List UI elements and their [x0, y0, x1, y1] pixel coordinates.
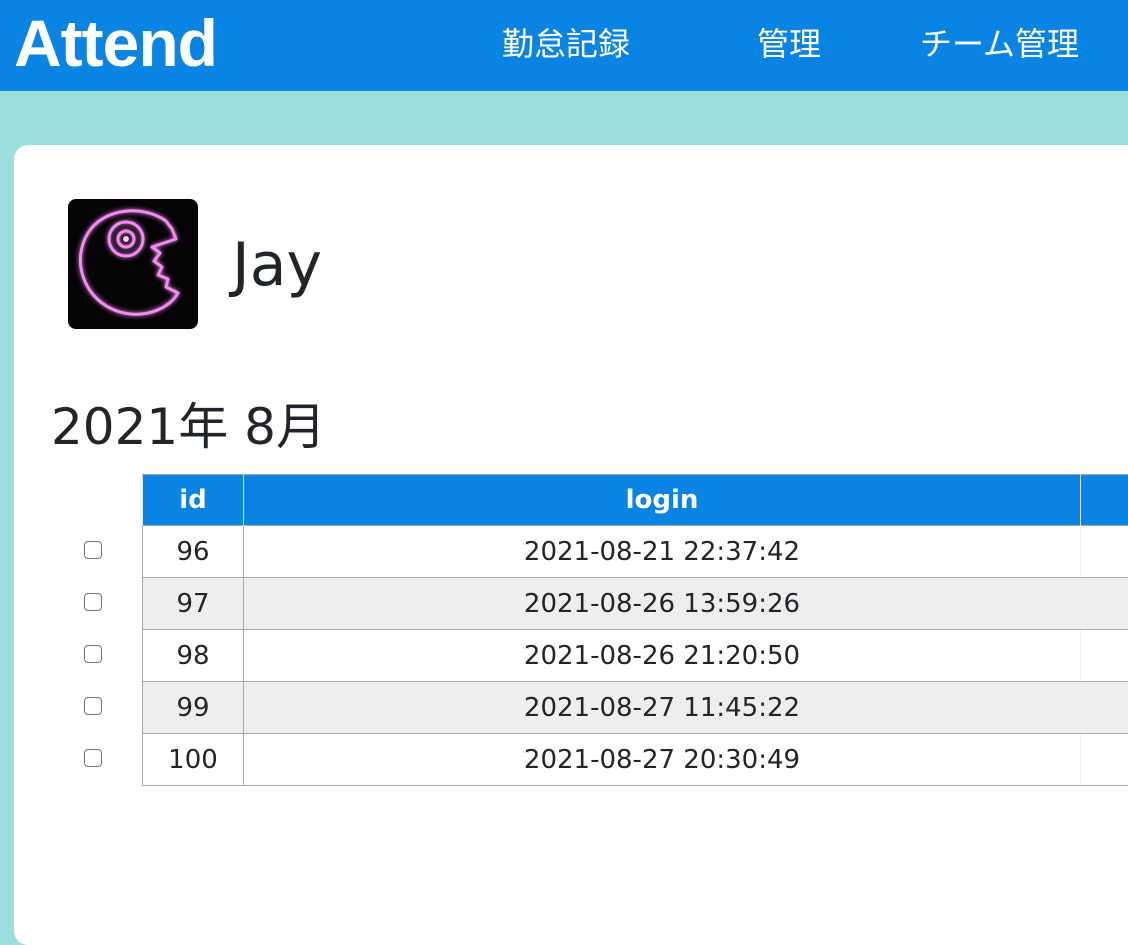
cell-extra [1081, 578, 1128, 630]
cell-id: 97 [143, 578, 244, 630]
column-header-login[interactable]: login [244, 475, 1081, 526]
row-checkbox[interactable] [84, 593, 102, 611]
table-row: 97 2021-08-26 13:59:26 [143, 578, 1128, 630]
nav-link-admin[interactable]: 管理 [757, 22, 821, 66]
cell-extra [1081, 682, 1128, 734]
row-checkbox[interactable] [84, 749, 102, 767]
cell-login: 2021-08-21 22:37:42 [244, 526, 1081, 578]
column-header-extra [1081, 475, 1128, 526]
cell-id: 98 [143, 630, 244, 682]
row-checkbox[interactable] [84, 645, 102, 663]
cell-id: 100 [143, 734, 244, 786]
cell-extra [1081, 526, 1128, 578]
table-header-row: id login [143, 475, 1128, 526]
main-card: Jay 2021年 8月 id login 96 2021-08-21 22:3… [14, 145, 1128, 945]
cell-login: 2021-08-27 11:45:22 [244, 682, 1081, 734]
brand-logo[interactable]: Attend [14, 4, 217, 82]
cell-extra [1081, 630, 1128, 682]
attendance-table: id login 96 2021-08-21 22:37:42 97 2021-… [142, 474, 1128, 786]
cell-login: 2021-08-26 13:59:26 [244, 578, 1081, 630]
avatar [68, 199, 198, 329]
table-row: 98 2021-08-26 21:20:50 [143, 630, 1128, 682]
table-row: 100 2021-08-27 20:30:49 [143, 734, 1128, 786]
column-header-id[interactable]: id [143, 475, 244, 526]
cell-id: 96 [143, 526, 244, 578]
cell-extra [1081, 734, 1128, 786]
table-row: 96 2021-08-21 22:37:42 [143, 526, 1128, 578]
neon-pacman-avatar-icon [68, 199, 198, 329]
cell-id: 99 [143, 682, 244, 734]
month-title: 2021年 8月 [51, 393, 326, 461]
nav-link-team-admin[interactable]: チーム管理 [920, 22, 1079, 66]
nav-link-attendance[interactable]: 勤怠記録 [502, 22, 630, 66]
navbar: Attend 勤怠記録 管理 チーム管理 [0, 0, 1128, 91]
row-checkbox[interactable] [84, 541, 102, 559]
table-row: 99 2021-08-27 11:45:22 [143, 682, 1128, 734]
row-checkbox[interactable] [84, 697, 102, 715]
cell-login: 2021-08-26 21:20:50 [244, 630, 1081, 682]
user-name: Jay [232, 225, 322, 305]
cell-login: 2021-08-27 20:30:49 [244, 734, 1081, 786]
